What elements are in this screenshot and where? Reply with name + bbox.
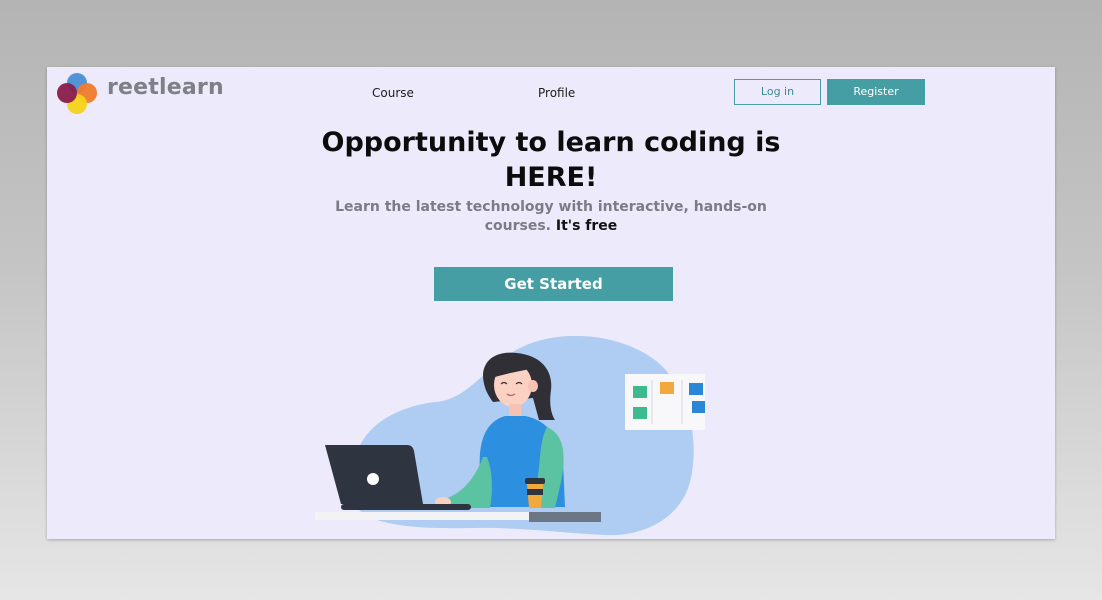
landing-page: reetlearn Course Profile Log in Register…	[47, 67, 1055, 539]
hero-subtitle-emphasis: It's free	[555, 218, 618, 234]
nav-link-course[interactable]: Course	[372, 86, 414, 100]
brand-logo[interactable]: reetlearn	[55, 71, 224, 115]
brand-name: reetlearn	[107, 75, 224, 100]
logo-mark-icon	[57, 73, 97, 114]
hero-title: Opportunity to learn coding is HERE!	[321, 127, 781, 193]
sticky-note-board	[625, 374, 705, 430]
register-button[interactable]: Register	[827, 79, 925, 105]
get-started-button[interactable]: Get Started	[434, 267, 673, 301]
hero-subtitle: Learn the latest technology with interac…	[327, 198, 775, 236]
hero-illustration	[315, 335, 705, 536]
hero-subtitle-text: Learn the latest technology with interac…	[335, 199, 767, 234]
nav-link-profile[interactable]: Profile	[538, 86, 575, 100]
desk	[315, 512, 529, 520]
login-button[interactable]: Log in	[734, 79, 821, 105]
